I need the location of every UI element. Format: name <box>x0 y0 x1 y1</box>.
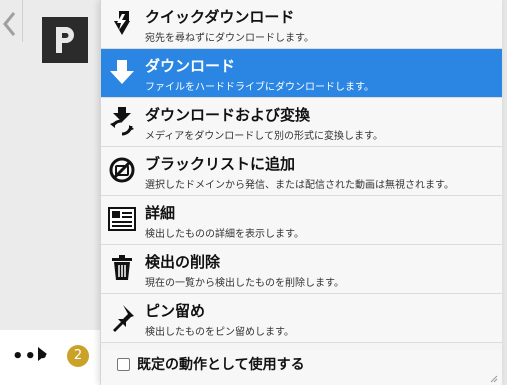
download-convert-icon <box>110 107 134 136</box>
default-action-label: 既定の動作として使用する <box>137 357 305 373</box>
menu-item-title: ダウンロード <box>145 57 236 75</box>
menu-item-download[interactable]: ダウンロード ファイルをハードドライブにダウンロードします。 <box>101 49 502 98</box>
back-chevron-icon[interactable] <box>2 10 18 38</box>
resize-grip-icon[interactable] <box>488 373 498 383</box>
menu-item-quick-download[interactable]: クイックダウンロード 宛先を尋ねずにダウンロードします。 <box>101 0 502 49</box>
menu-item-description: 検出したものの詳細を表示します。 <box>145 229 304 240</box>
menu-item-title: ブラックリストに追加 <box>145 155 296 173</box>
menu-item-pin[interactable]: ピン留め 検出したものをピン留めします。 <box>101 294 502 343</box>
menu-item-title: クイックダウンロード <box>145 8 295 26</box>
app-logo-icon <box>42 17 88 63</box>
menu-item-description: 検出したものをピン留めします。 <box>145 327 294 338</box>
menu-item-description: 現在の一覧から検出したものを削除します。 <box>145 278 344 289</box>
menu-item-description: 宛先を尋ねずにダウンロードします。 <box>145 33 314 44</box>
download-arrow-icon <box>110 60 134 84</box>
context-menu: クイックダウンロード 宛先を尋ねずにダウンロードします。 ダウンロード ファイル… <box>100 0 502 385</box>
menu-item-title: 詳細 <box>145 204 176 222</box>
default-action-checkbox[interactable] <box>117 358 130 371</box>
menu-item-description: メディアをダウンロードして別の形式に変換します。 <box>145 131 383 142</box>
menu-item-title: ピン留め <box>145 302 206 320</box>
trash-icon <box>112 255 132 280</box>
details-icon <box>108 207 136 231</box>
menu-item-title: ダウンロードおよび変換 <box>145 106 311 124</box>
pin-icon <box>113 305 134 332</box>
divider <box>22 0 23 42</box>
blacklist-icon <box>109 157 135 183</box>
menu-item-details[interactable]: 詳細 検出したものの詳細を表示します。 <box>101 196 502 245</box>
menu-item-title: 検出の削除 <box>145 253 221 271</box>
default-action-row[interactable]: 既定の動作として使用する <box>101 350 502 385</box>
menu-item-remove-detection[interactable]: 検出の削除 現在の一覧から検出したものを削除します。 <box>101 245 502 294</box>
quick-download-icon <box>114 11 130 35</box>
menu-item-download-convert[interactable]: ダウンロードおよび変換 メディアをダウンロードして別の形式に変換します。 <box>101 98 502 147</box>
menu-item-description: ファイルをハードドライブにダウンロードします。 <box>145 82 374 93</box>
count-badge: 2 <box>67 345 89 367</box>
menu-item-blacklist[interactable]: ブラックリストに追加 選択したドメインから発信、または配信された動画は無視されま… <box>101 147 502 196</box>
menu-item-description: 選択したドメインから発信、または配信された動画は無視されます。 <box>145 180 454 191</box>
play-icon[interactable] <box>38 347 47 361</box>
